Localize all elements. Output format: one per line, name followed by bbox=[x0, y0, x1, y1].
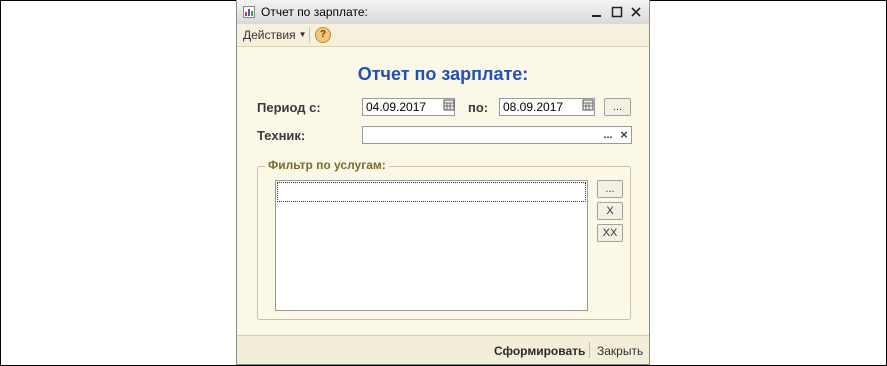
filter-group-legend: Фильтр по услугам: bbox=[265, 158, 389, 172]
toolbar-divider bbox=[309, 27, 310, 43]
footer-divider bbox=[589, 342, 590, 358]
technician-field[interactable] bbox=[362, 126, 632, 144]
maximize-icon[interactable] bbox=[609, 4, 625, 20]
period-picker-button[interactable]: ... bbox=[604, 98, 631, 116]
chevron-down-icon: ▼ bbox=[298, 30, 307, 39]
form-footer: Сформировать Закрыть bbox=[237, 335, 649, 364]
title-bar[interactable]: Отчет по зарплате: bbox=[237, 0, 649, 25]
technician-select-button[interactable]: ... bbox=[601, 127, 615, 143]
services-filter-list[interactable] bbox=[275, 180, 588, 311]
calendar-icon[interactable] bbox=[442, 99, 456, 115]
calendar-icon[interactable] bbox=[581, 99, 595, 115]
clear-services-button[interactable]: XX bbox=[597, 224, 623, 242]
close-window-icon[interactable] bbox=[628, 4, 644, 20]
report-window: Отчет по зарплате: Действия ▼ ? Отчет по … bbox=[236, 0, 650, 365]
remove-service-button[interactable]: X bbox=[597, 202, 623, 220]
actions-menu-label: Действия bbox=[243, 28, 296, 42]
close-button[interactable]: Закрыть bbox=[597, 344, 643, 358]
period-from-label: Период с: bbox=[257, 100, 321, 115]
technician-clear-icon[interactable]: × bbox=[617, 127, 631, 143]
form-heading: Отчет по зарплате: bbox=[357, 64, 529, 84]
list-item[interactable] bbox=[277, 182, 586, 202]
minimize-icon[interactable] bbox=[589, 4, 605, 20]
generate-button[interactable]: Сформировать bbox=[494, 344, 585, 358]
actions-menu[interactable]: Действия ▼ bbox=[243, 28, 307, 42]
technician-label: Техник: bbox=[257, 128, 306, 143]
period-to-label: по: bbox=[468, 100, 489, 115]
window-title: Отчет по зарплате: bbox=[261, 5, 368, 19]
help-icon[interactable]: ? bbox=[315, 27, 331, 43]
period-to-value: 08.09.2017 bbox=[503, 100, 564, 114]
add-service-button[interactable]: ... bbox=[597, 180, 623, 198]
report-app-icon bbox=[243, 6, 255, 18]
toolbar: Действия ▼ ? bbox=[237, 24, 649, 47]
period-from-value: 04.09.2017 bbox=[366, 100, 427, 114]
